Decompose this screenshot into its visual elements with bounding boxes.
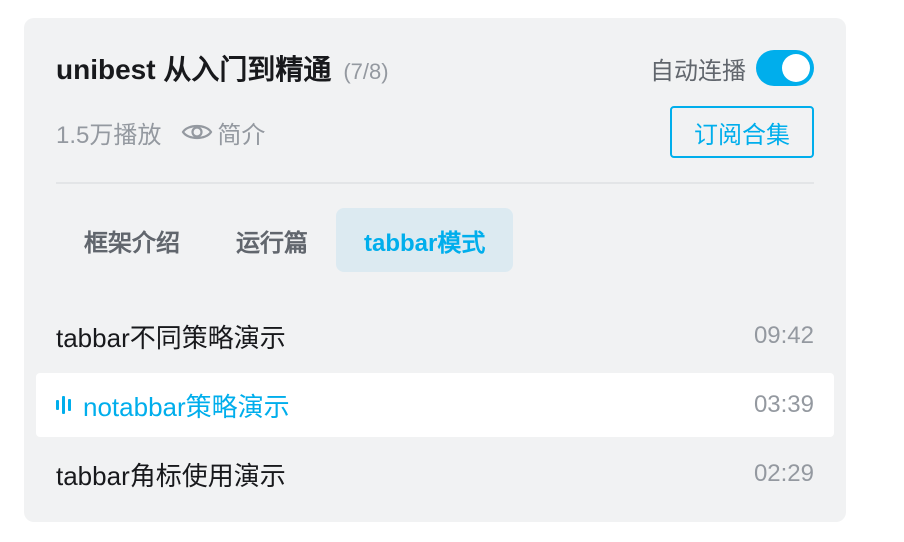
- episode-list: tabbar不同策略演示 09:42 notabbar策略演示 03:39 ta…: [36, 304, 834, 511]
- episode-duration: 09:42: [753, 322, 814, 349]
- playlist-title[interactable]: unibest 从入门到精通: [56, 48, 331, 88]
- eye-icon: [182, 124, 213, 140]
- episode-count: (7/8): [343, 59, 389, 84]
- episode-title: tabbar角标使用演示: [56, 460, 286, 491]
- playing-bars-icon: [56, 395, 71, 415]
- toggle-knob: [782, 54, 810, 82]
- episode-title: tabbar不同策略演示: [56, 322, 286, 353]
- episode-title: notabbar策略演示: [83, 391, 290, 422]
- intro-label: 简介: [217, 121, 266, 149]
- tab-framework-intro[interactable]: 框架介绍: [56, 208, 208, 272]
- divider: [56, 182, 814, 184]
- episode-item[interactable]: tabbar角标使用演示 02:29: [36, 442, 834, 506]
- subscribe-button[interactable]: 订阅合集: [670, 106, 814, 158]
- playlist-card: unibest 从入门到精通 (7/8) 自动连播 1.5万播放 简介 订阅合集…: [24, 18, 846, 522]
- intro-link[interactable]: 简介: [181, 115, 265, 150]
- view-count: 1.5万播放: [56, 121, 162, 149]
- tab-tabbar-mode[interactable]: tabbar模式: [336, 208, 514, 272]
- episode-duration: 02:29: [753, 460, 814, 487]
- episode-item[interactable]: tabbar不同策略演示 09:42: [36, 304, 834, 368]
- autoplay-control: 自动连播: [650, 50, 814, 86]
- episode-duration: 03:39: [753, 391, 814, 418]
- episode-item-playing[interactable]: notabbar策略演示 03:39: [36, 373, 834, 437]
- section-tabs: 框架介绍 运行篇 tabbar模式: [56, 208, 514, 272]
- playlist-meta: 1.5万播放 简介 订阅合集: [56, 106, 814, 158]
- playlist-header: unibest 从入门到精通 (7/8) 自动连播: [56, 50, 814, 86]
- tab-running[interactable]: 运行篇: [208, 208, 336, 272]
- autoplay-label: 自动连播: [650, 57, 746, 85]
- autoplay-toggle[interactable]: [756, 50, 814, 86]
